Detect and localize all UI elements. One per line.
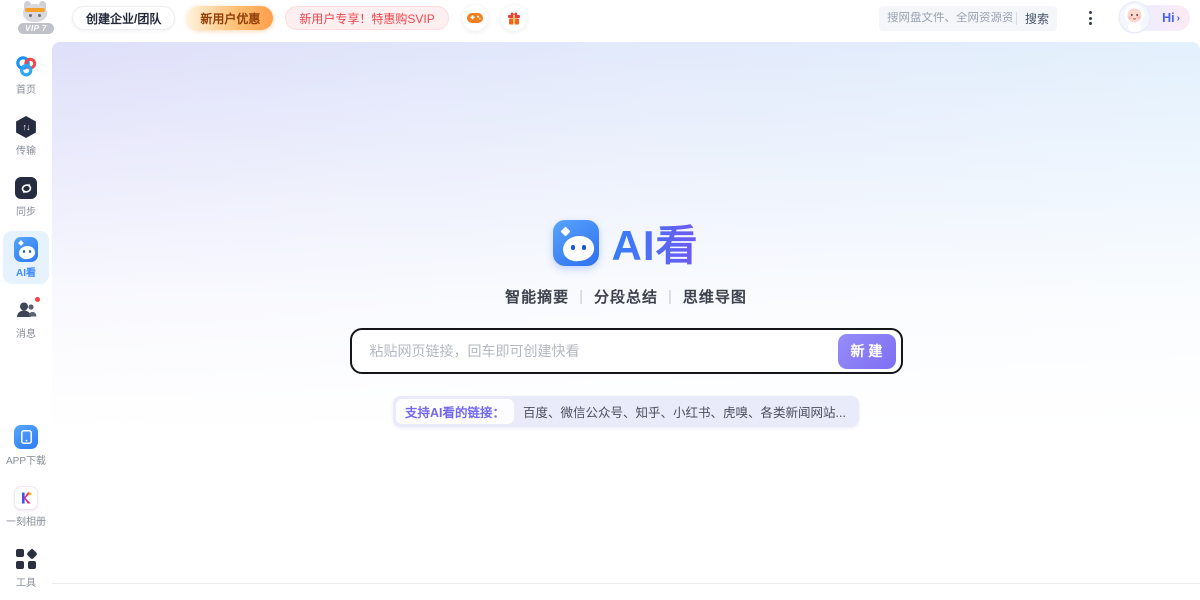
sidebar-item-label: APP下载: [6, 452, 46, 467]
ai-view-logo-icon: [553, 220, 599, 266]
tools-icon: [14, 547, 38, 571]
brand-logo[interactable]: VIP 7: [14, 0, 60, 36]
messages-icon: [14, 298, 38, 322]
sidebar-item-label: 消息: [16, 325, 36, 340]
global-search: 搜索: [879, 6, 1057, 31]
sidebar-item-label: 首页: [16, 81, 36, 96]
gift-button[interactable]: [501, 5, 527, 31]
gift-icon: [507, 11, 521, 25]
tagline-separator: |: [579, 288, 584, 305]
unread-badge: [34, 296, 41, 303]
tagline-item: 思维导图: [683, 286, 747, 307]
sidebar: 首页 ↑↓ 传输 同步 AI看: [0, 36, 52, 600]
transfer-icon: ↑↓: [14, 115, 38, 139]
gamepad-icon: [467, 12, 483, 24]
main-area: AI看 智能摘要 | 分段总结 | 思维导图 新 建 支持AI看的链接： 百度、…: [52, 36, 1200, 600]
top-bar: VIP 7 创建企业/团队 新用户优惠 新用户专享！特惠购SVIP 搜索: [0, 0, 1200, 36]
sidebar-item-tools[interactable]: 工具: [3, 541, 49, 594]
sidebar-bottom-group: APP下载 一刻相册 工具: [3, 411, 49, 594]
avatar: [1118, 1, 1151, 34]
search-button[interactable]: 搜索: [1025, 10, 1049, 27]
mascot-icon: [22, 1, 48, 23]
sidebar-item-app-download[interactable]: APP下载: [3, 419, 49, 472]
ai-view-icon: [14, 237, 38, 261]
sidebar-item-label: 工具: [16, 574, 36, 589]
app-download-icon: [14, 425, 38, 449]
svip-promo-button[interactable]: 新用户专享！特惠购SVIP: [285, 6, 448, 30]
new-user-offer-button[interactable]: 新用户优惠: [187, 6, 273, 30]
sidebar-item-label: 传输: [16, 142, 36, 157]
sync-icon: [14, 176, 38, 200]
more-menu-button[interactable]: [1085, 7, 1096, 29]
ai-view-logo-text: AI看: [611, 212, 698, 273]
search-input[interactable]: [887, 12, 1012, 24]
netdisk-home-icon: [14, 54, 38, 78]
sidebar-item-photo-album[interactable]: 一刻相册: [3, 480, 49, 533]
chevron-right-icon: ›: [1177, 13, 1180, 24]
url-input[interactable]: [370, 343, 838, 359]
tagline: 智能摘要 | 分段总结 | 思维导图: [505, 286, 747, 307]
sidebar-item-label: 一刻相册: [6, 513, 46, 528]
sidebar-item-label: AI看: [16, 264, 36, 279]
photo-album-icon: [14, 486, 38, 510]
vip-badge: VIP 7: [18, 23, 54, 34]
sidebar-item-label: 同步: [16, 203, 36, 218]
sidebar-item-messages[interactable]: 消息: [3, 292, 49, 345]
tagline-separator: |: [668, 288, 673, 305]
ai-view-panel: AI看 智能摘要 | 分段总结 | 思维导图 新 建 支持AI看的链接： 百度、…: [52, 42, 1200, 584]
create-team-button[interactable]: 创建企业/团队: [72, 6, 175, 30]
supported-links-text: 百度、微信公众号、知乎、小红书、虎嗅、各类新闻网站...: [514, 402, 856, 421]
supported-links-hint: 支持AI看的链接： 百度、微信公众号、知乎、小红书、虎嗅、各类新闻网站...: [393, 396, 859, 427]
game-button[interactable]: [462, 5, 488, 31]
tagline-item: 智能摘要: [505, 286, 569, 307]
ai-view-logo: AI看: [553, 212, 698, 273]
greeting-text: Hi: [1162, 11, 1175, 25]
supported-links-label: 支持AI看的链接：: [396, 399, 514, 424]
sidebar-item-home[interactable]: 首页: [3, 48, 49, 101]
sidebar-item-sync[interactable]: 同步: [3, 170, 49, 223]
hero-section: AI看 智能摘要 | 分段总结 | 思维导图 新 建 支持AI看的链接： 百度、…: [52, 212, 1200, 427]
url-input-box: 新 建: [350, 328, 903, 374]
create-button[interactable]: 新 建: [838, 334, 896, 369]
tagline-item: 分段总结: [594, 286, 658, 307]
sidebar-item-ai-view[interactable]: AI看: [3, 231, 49, 284]
user-account-button[interactable]: Hi ›: [1120, 5, 1190, 31]
search-divider: [1016, 12, 1017, 25]
sidebar-item-transfer[interactable]: ↑↓ 传输: [3, 109, 49, 162]
